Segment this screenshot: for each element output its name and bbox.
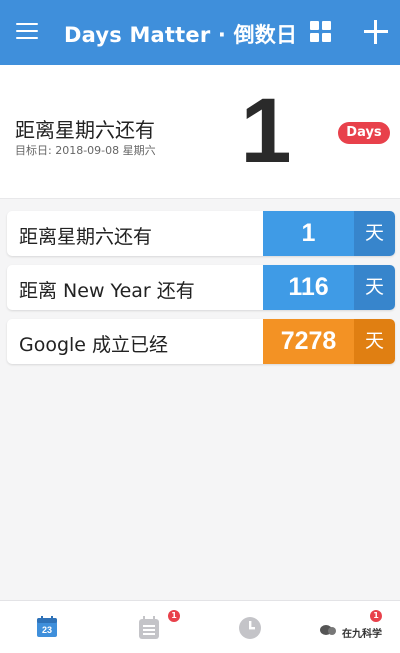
featured-days-count: 1 — [240, 80, 292, 182]
more-badge: 1 — [370, 610, 382, 622]
event-label: Google 成立已经 — [19, 334, 169, 356]
clock-icon — [239, 617, 261, 639]
event-days: 116 — [263, 265, 354, 310]
clock-tab[interactable] — [200, 601, 300, 653]
menu-icon-line — [16, 30, 38, 33]
event-card[interactable]: Google 成立已经 7278 天 — [7, 319, 395, 364]
event-unit: 天 — [354, 265, 395, 310]
event-card[interactable]: 距离 New Year 还有 116 天 — [7, 265, 395, 310]
tasks-badge: 1 — [168, 610, 180, 622]
app-bar: Days Matter · 倒数日 — [0, 0, 400, 65]
grid-icon — [310, 21, 319, 30]
days-badge: Days — [338, 122, 390, 144]
more-icon — [320, 625, 336, 635]
event-card[interactable]: 距离星期六还有 1 天 — [7, 211, 395, 256]
calendar-tab[interactable]: 23 — [0, 601, 100, 653]
add-button[interactable] — [363, 19, 389, 45]
event-days: 7278 — [263, 319, 354, 364]
target-date: 目标日: 2018-09-08 星期六 — [15, 144, 156, 157]
grid-icon-cell — [322, 33, 331, 42]
tasks-tab[interactable]: 1 — [100, 601, 200, 653]
watermark: 在九科学 — [342, 629, 382, 640]
menu-icon-line — [16, 37, 38, 40]
grid-icon-cell — [322, 21, 331, 30]
calendar-day: 23 — [41, 625, 52, 635]
grid-icon-cell — [310, 33, 319, 42]
app-title: Days Matter · 倒数日 — [64, 23, 298, 47]
event-label: 距离 New Year 还有 — [19, 280, 195, 302]
menu-icon — [16, 23, 38, 26]
add-icon-bar — [364, 30, 388, 33]
event-days: 1 — [263, 211, 354, 256]
event-label: 距离星期六还有 — [19, 226, 153, 248]
bottom-tab-bar: 23 1 1 在九科学 — [0, 600, 400, 653]
event-unit: 天 — [354, 319, 395, 364]
menu-button[interactable] — [14, 20, 40, 42]
event-unit: 天 — [354, 211, 395, 256]
featured-title: 距离星期六还有 — [15, 118, 155, 142]
featured-countdown[interactable]: 距离星期六还有 目标日: 2018-09-08 星期六 1 Days — [0, 65, 400, 199]
grid-view-button[interactable] — [309, 20, 333, 44]
clipboard-icon — [139, 616, 159, 639]
